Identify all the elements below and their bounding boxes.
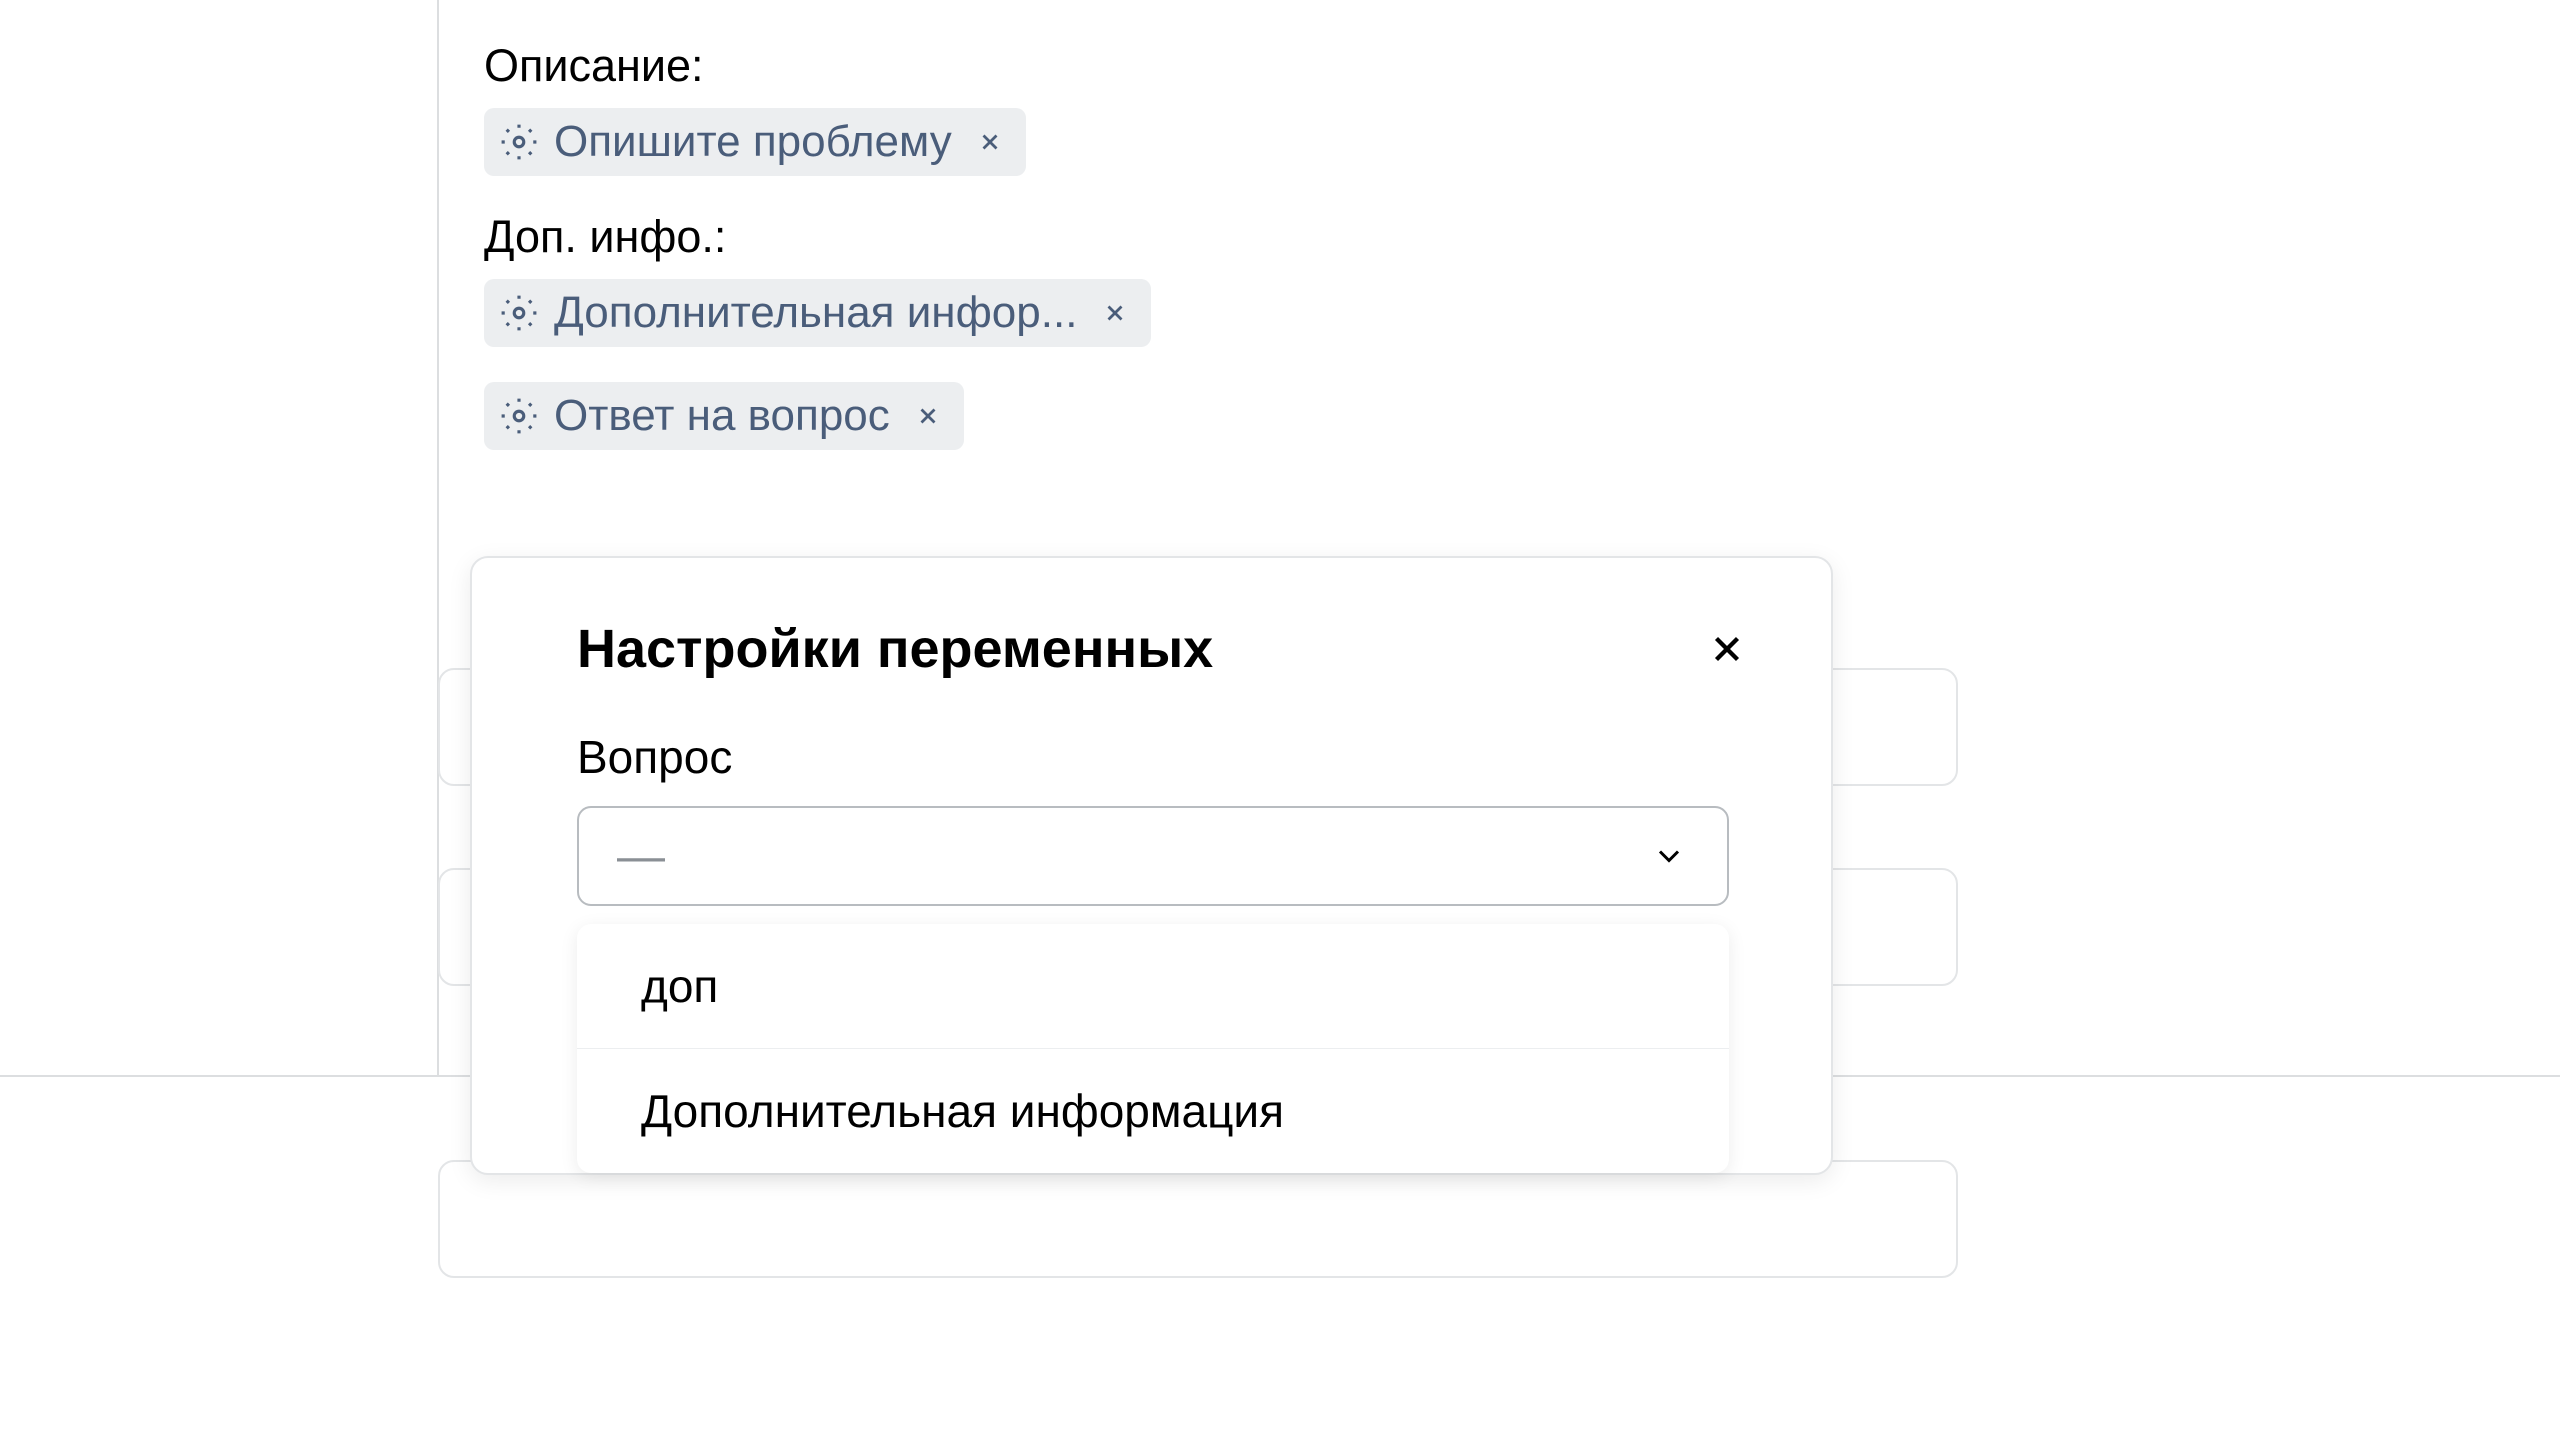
question-select[interactable]: — bbox=[577, 806, 1729, 906]
fields-container: Описание: Опишите проблему Доп. bbox=[439, 0, 2440, 450]
dropdown-options: доп Дополнительная информация bbox=[577, 924, 1729, 1173]
tag-answer-question[interactable]: Ответ на вопрос bbox=[484, 382, 964, 450]
tag-label: Опишите проблему bbox=[554, 117, 952, 167]
dropdown-option-dop[interactable]: доп bbox=[577, 924, 1729, 1049]
modal-title: Настройки переменных bbox=[577, 618, 1213, 680]
tag-label: Ответ на вопрос bbox=[554, 391, 890, 441]
close-icon[interactable] bbox=[912, 400, 944, 432]
description-label: Описание: bbox=[484, 40, 2395, 92]
additional-info-tags: Дополнительная инфор... bbox=[484, 279, 2395, 347]
tag-label: Дополнительная инфор... bbox=[554, 288, 1077, 338]
additional-info-label: Доп. инфо.: bbox=[484, 211, 2395, 263]
dropdown-option-additional-info[interactable]: Дополнительная информация bbox=[577, 1049, 1729, 1173]
question-field-label: Вопрос bbox=[577, 730, 1726, 784]
tag-describe-problem[interactable]: Опишите проблему bbox=[484, 108, 1026, 176]
select-placeholder: — bbox=[617, 829, 669, 884]
close-icon[interactable] bbox=[1099, 297, 1131, 329]
modal-close-button[interactable] bbox=[1701, 623, 1753, 675]
tag-additional-info[interactable]: Дополнительная инфор... bbox=[484, 279, 1151, 347]
gear-icon bbox=[500, 294, 538, 332]
chevron-down-icon bbox=[1649, 836, 1689, 876]
variable-settings-modal: Настройки переменных Вопрос — доп Дополн… bbox=[470, 556, 1833, 1175]
description-tags: Опишите проблему bbox=[484, 108, 2395, 176]
gear-icon bbox=[500, 123, 538, 161]
additional-info-tags-2: Ответ на вопрос bbox=[484, 382, 2395, 450]
gear-icon bbox=[500, 397, 538, 435]
modal-header: Настройки переменных bbox=[472, 558, 1831, 718]
close-icon[interactable] bbox=[974, 126, 1006, 158]
card-placeholder-3[interactable] bbox=[438, 1160, 1958, 1278]
modal-body: Вопрос — доп Дополнительная информация bbox=[472, 718, 1831, 1173]
